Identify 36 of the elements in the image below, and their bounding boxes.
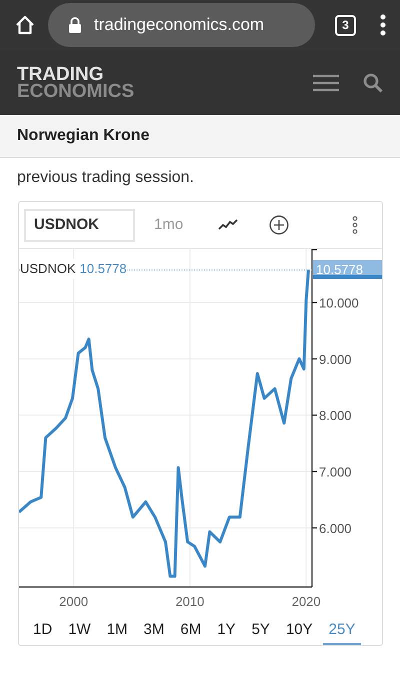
range-tab[interactable]: 25Y [322, 621, 362, 645]
address-bar[interactable]: tradingeconomics.com [48, 3, 315, 47]
y-tick-label: 10.000 [319, 296, 359, 311]
x-tick-label: 2000 [59, 594, 88, 609]
home-icon[interactable] [14, 14, 36, 36]
range-tab[interactable]: 1Y [211, 621, 242, 645]
menu-icon[interactable] [313, 74, 339, 92]
range-tab[interactable]: 1M [100, 621, 134, 645]
tab-count[interactable]: 3 [335, 14, 356, 36]
y-tick-label: 9.000 [319, 352, 352, 367]
more-options-icon[interactable] [352, 216, 358, 234]
add-icon[interactable] [269, 215, 290, 235]
x-tick-label: 2010 [175, 594, 204, 609]
symbol-field[interactable]: USDNOK [24, 208, 135, 242]
page-title: Norwegian Krone [17, 126, 150, 146]
legend-symbol: USDNOK [20, 260, 76, 278]
lock-icon [68, 17, 82, 33]
line-chart-icon[interactable] [218, 219, 238, 231]
y-tick-label: 6.000 [319, 520, 352, 536]
y-tick-label: 8.000 [319, 408, 352, 424]
range-tab[interactable]: 10Y [280, 621, 319, 645]
last-value-tag: 10.5778 [313, 260, 382, 279]
range-tab[interactable]: 5Y [246, 621, 276, 645]
ref-line-label: 10.5778 [316, 262, 363, 277]
y-tick-label: 7.000 [319, 464, 352, 480]
site-logo[interactable]: TRADING ECONOMICS [17, 66, 134, 100]
search-icon[interactable] [363, 72, 383, 92]
x-tick-label: 2020 [292, 594, 321, 609]
url-text: tradingeconomics.com [94, 14, 264, 36]
more-icon[interactable] [380, 14, 386, 36]
range-tab[interactable]: 6M [174, 621, 208, 645]
range-tab[interactable]: 3M [138, 621, 170, 645]
legend-value: 10.5778 [80, 260, 127, 278]
range-tab[interactable]: 1D [27, 621, 58, 645]
range-tab[interactable]: 1W [62, 621, 97, 645]
intro-text: previous trading session. [17, 168, 194, 188]
